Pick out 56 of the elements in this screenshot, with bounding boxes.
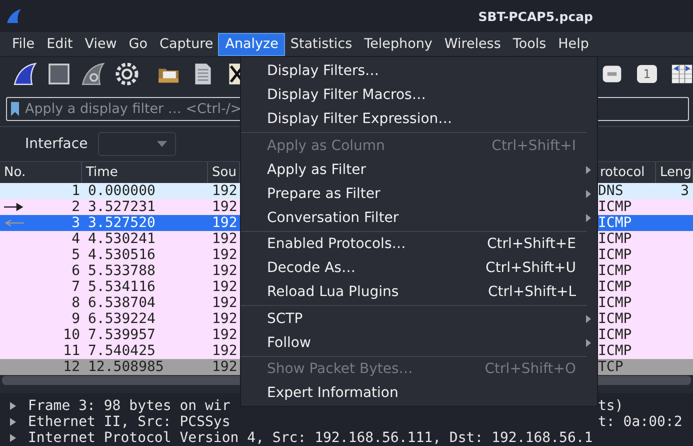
table-cell: ICMP [598, 231, 632, 247]
table-cell: 192 [212, 311, 238, 327]
table-cell: 8 [72, 295, 80, 311]
table-cell: ICMP [598, 343, 632, 359]
table-cell: 192 [212, 279, 238, 295]
table-cell: 192 [212, 327, 238, 343]
table-cell: 192 [212, 199, 238, 215]
table-cell: 3 [72, 215, 80, 231]
table-cell: 4.530516 [88, 247, 156, 263]
window-title: SBT-PCAP5.pcap [478, 8, 593, 24]
table-cell: 5.533788 [88, 263, 156, 279]
detail-text: Ethernet II, Src: PCSSys [28, 414, 230, 430]
table-cell: 192 [212, 247, 238, 263]
table-cell: 6.539224 [88, 311, 156, 327]
table-cell: 4.530241 [88, 231, 156, 247]
table-cell: 0.000000 [88, 183, 156, 199]
table-cell: 12.508985 [88, 359, 164, 375]
table-cell: 1 [72, 183, 80, 199]
table-cell: ICMP [598, 215, 632, 231]
table-cell: 192 [212, 359, 238, 375]
detail-text: Internet Protocol Version 4, Src: 192.168.56.111, Dst: 192.168.56.1 [28, 430, 593, 446]
table-cell: 3 [680, 183, 689, 199]
interface-label: Interface [25, 136, 88, 152]
table-cell: ICMP [598, 279, 632, 295]
table-cell: 192 [212, 263, 238, 279]
detail-text: Frame 3: 98 bytes on wir [28, 398, 230, 414]
table-cell: 5 [72, 247, 80, 263]
table-cell: 192 [212, 183, 238, 199]
table-cell: 3.527520 [88, 215, 156, 231]
table-cell: 7.540425 [88, 343, 156, 359]
table-cell: ICMP [598, 295, 632, 311]
detail-text: ts) [598, 398, 624, 414]
table-cell: DNS [598, 183, 624, 199]
table-cell: ICMP [598, 263, 632, 279]
table-cell: 11 [63, 343, 80, 359]
table-cell: 4 [72, 231, 80, 247]
table-cell: 9 [72, 311, 80, 327]
table-cell: 3.527231 [88, 199, 156, 215]
table-cell: ICMP [598, 327, 632, 343]
table-cell: 192 [212, 295, 238, 311]
table-cell: 192 [212, 343, 238, 359]
table-cell: ICMP [598, 311, 632, 327]
table-cell: 7.539957 [88, 327, 156, 343]
detail-text: t: 0a:00:2 [598, 414, 682, 430]
table-cell: 192 [212, 215, 238, 231]
table-cell: 2 [72, 199, 80, 215]
table-cell: 6.538704 [88, 295, 156, 311]
table-cell: ICMP [598, 199, 632, 215]
table-cell: ICMP [598, 247, 632, 263]
table-cell: 12 [63, 359, 80, 375]
table-cell: 5.534116 [88, 279, 156, 295]
table-cell: 10 [63, 327, 80, 343]
table-cell: 7 [72, 279, 80, 295]
table-cell: 192 [212, 231, 238, 247]
table-cell: 6 [72, 263, 80, 279]
table-cell: TCP [598, 359, 624, 375]
